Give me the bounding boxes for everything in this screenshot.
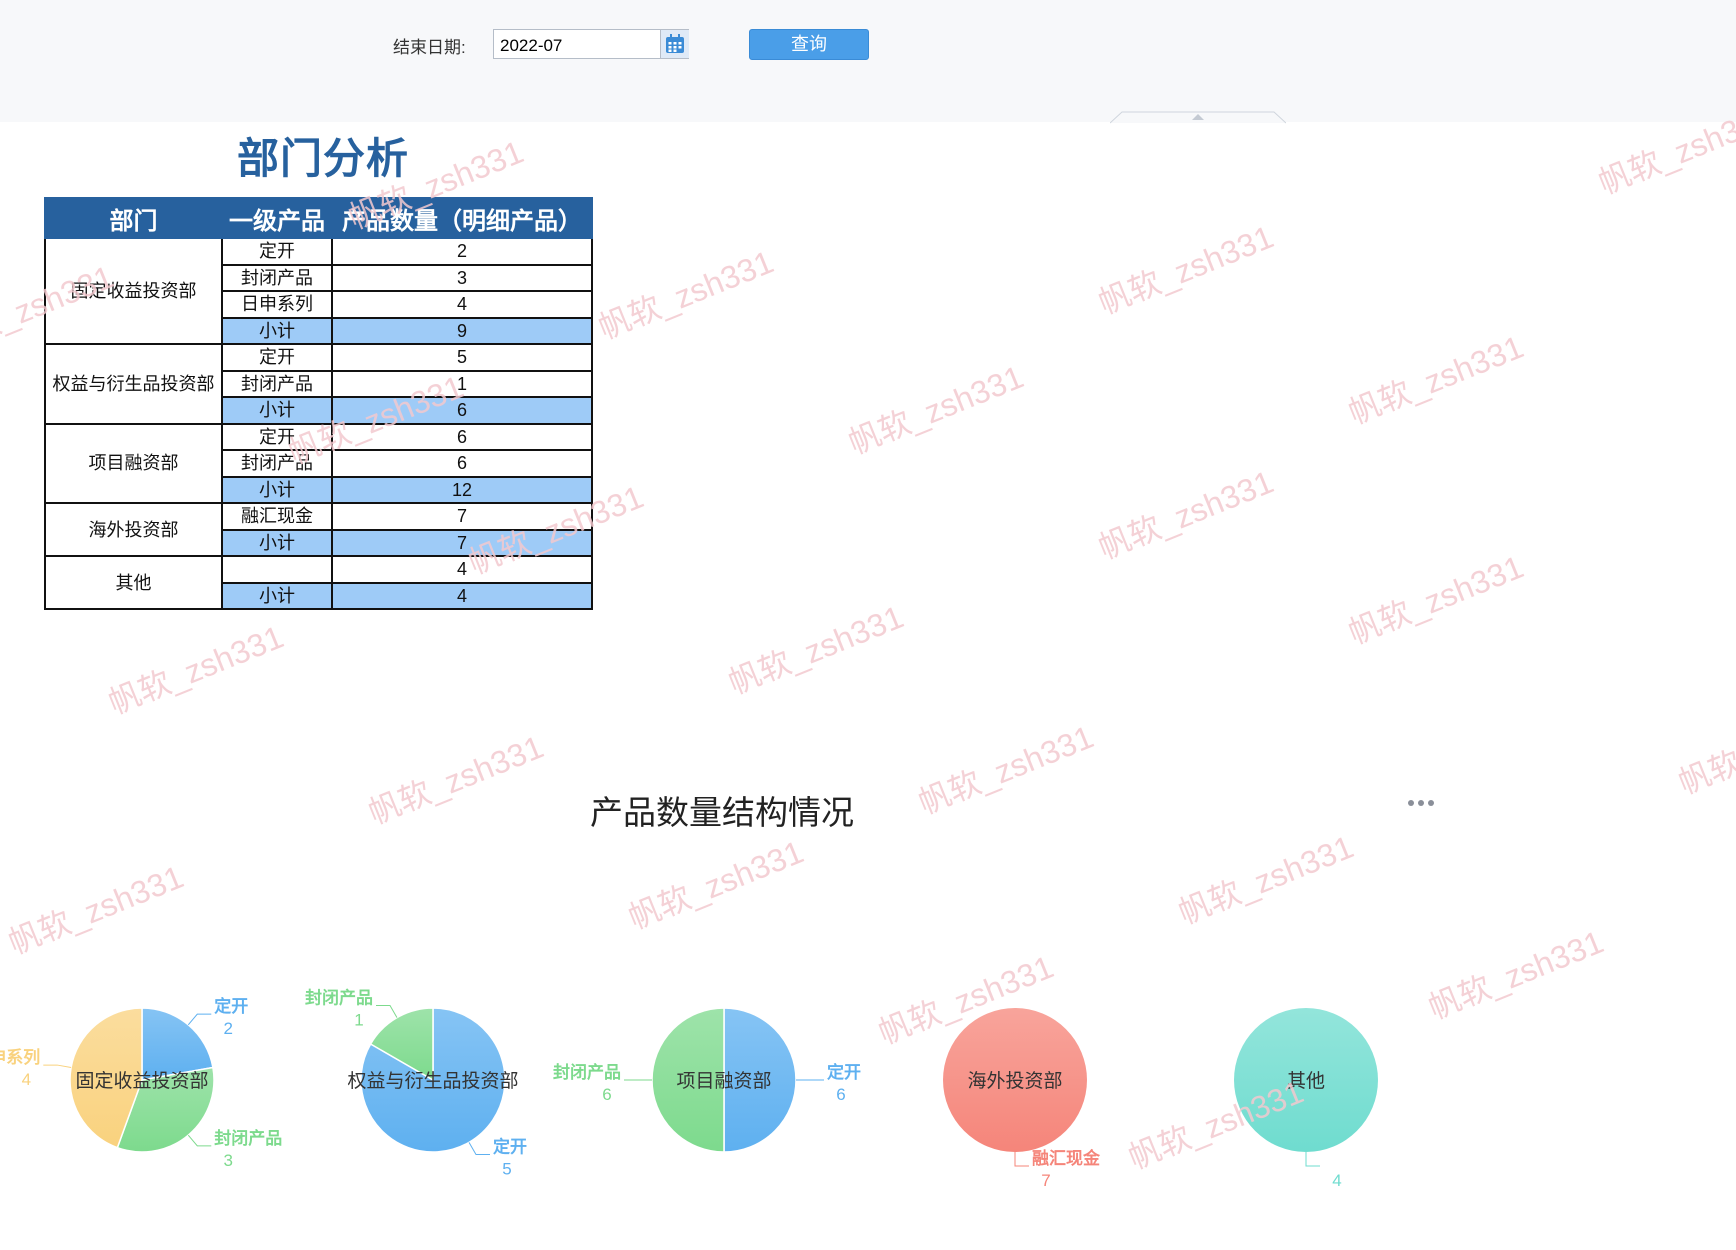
calendar-icon[interactable]	[660, 30, 689, 58]
dept-name-cell: 海外投资部	[44, 502, 223, 557]
end-date-label: 结束日期:	[393, 38, 466, 57]
slice-label: 日申系列	[0, 1047, 40, 1067]
product-cell: 小计	[221, 475, 333, 504]
header-count: 产品数量（明细产品）	[331, 197, 593, 239]
count-cell: 1	[331, 369, 593, 398]
label-leader-line	[43, 1064, 72, 1068]
product-cell: 小计	[221, 396, 333, 425]
watermark-text: 帆软_zsh331	[3, 858, 188, 961]
collapse-toolbar-tab[interactable]	[1110, 110, 1286, 124]
dept-name-cell: 权益与衍生品投资部	[44, 343, 223, 425]
report-title: 部门分析	[237, 135, 410, 182]
dept-name-cell: 项目融资部	[44, 422, 223, 504]
count-cell: 4	[331, 290, 593, 319]
count-cell: 6	[331, 449, 593, 478]
table-row: 固定收益投资部 定开 2	[44, 237, 593, 345]
slice-value: 4	[1332, 1171, 1341, 1190]
watermark-text: 帆软_zsh331	[623, 833, 808, 936]
slice-value: 6	[602, 1085, 611, 1104]
slice-label: 封闭产品	[214, 1128, 282, 1148]
slice-label: 定开	[214, 996, 248, 1016]
pie-chart: 融汇现金 7 海外投资部	[943, 1008, 1101, 1190]
more-dots-icon[interactable]	[1407, 797, 1435, 809]
table-row: 权益与衍生品投资部 定开 5	[44, 343, 593, 425]
count-cell: 7	[331, 502, 593, 531]
table-row: 项目融资部 定开 6	[44, 422, 593, 504]
pie-chart: 定开 5 封闭产品 1 权益与衍生品投资部	[305, 988, 527, 1179]
slice-label: 定开	[827, 1062, 861, 1082]
count-cell: 6	[331, 422, 593, 451]
slice-value: 5	[502, 1159, 511, 1178]
header-product: 一级产品	[221, 197, 333, 239]
query-button[interactable]: 查询	[749, 29, 869, 60]
label-leader-line	[187, 1013, 212, 1026]
label-leader-line	[376, 1005, 398, 1018]
pie-center-label: 项目融资部	[676, 1070, 771, 1092]
table-row: 海外投资部 融汇现金 7	[44, 502, 593, 557]
dept-name-cell: 其他	[44, 555, 223, 610]
count-cell: 6	[331, 396, 593, 425]
pie-charts: 定开2封闭产品3日申系列4固定收益投资部定开5封闭产品1权益与衍生品投资部定开6…	[0, 988, 1378, 1190]
watermark-text: 帆软_zsh331	[1093, 218, 1278, 321]
product-cell: 定开	[221, 237, 333, 266]
slice-label: 融汇现金	[1032, 1148, 1101, 1168]
count-cell: 5	[331, 343, 593, 372]
slice-label: 封闭产品	[305, 988, 373, 1008]
watermark-text: 帆软_zsh331	[1343, 548, 1528, 651]
chart-title: 产品数量结构情况	[590, 794, 854, 831]
watermark-text: 帆软_zsh331	[723, 598, 908, 701]
product-cell: 封闭产品	[221, 263, 333, 292]
product-cell: 定开	[221, 343, 333, 372]
product-cell: 日申系列	[221, 290, 333, 319]
pie-chart: 4 其他	[1234, 1008, 1378, 1190]
department-table: 部门 一级产品 产品数量（明细产品） 固定收益投资部 定开 2 封闭产品 3 日申系列 4 小…	[44, 197, 593, 610]
query-toolbar: 结束日期: 查询	[0, 0, 1736, 122]
slice-value: 4	[22, 1070, 31, 1089]
table-header-row: 部门 一级产品 产品数量（明细产品）	[44, 197, 593, 239]
product-cell: 封闭产品	[221, 369, 333, 398]
count-cell: 4	[331, 555, 593, 584]
dept-name-cell: 固定收益投资部	[44, 237, 223, 345]
header-dept: 部门	[44, 197, 223, 239]
slice-label: 封闭产品	[553, 1062, 621, 1082]
pie-center-label: 其他	[1287, 1070, 1325, 1092]
product-cell: 小计	[221, 581, 333, 610]
count-cell: 7	[331, 528, 593, 557]
product-cell: 小计	[221, 316, 333, 345]
product-cell: 小计	[221, 528, 333, 557]
watermark-text: 帆软_zsh331	[1343, 328, 1528, 431]
slice-label: 定开	[493, 1136, 527, 1156]
product-cell	[221, 555, 333, 584]
watermark-text: 帆软_zsh331	[1173, 828, 1358, 931]
slice-value: 6	[836, 1085, 845, 1104]
count-cell: 9	[331, 316, 593, 345]
table-row: 其他 4	[44, 555, 593, 610]
product-cell: 融汇现金	[221, 502, 333, 531]
label-leader-line	[187, 1134, 212, 1147]
watermark-text: 帆软_zsh331	[1673, 698, 1736, 801]
watermark-text: 帆软_zsh331	[1093, 463, 1278, 566]
product-cell: 定开	[221, 422, 333, 451]
pie-center-label: 权益与衍生品投资部	[347, 1070, 518, 1092]
pie-center-label: 固定收益投资部	[75, 1070, 208, 1092]
watermark-text: 帆软_zsh331	[593, 243, 778, 346]
pie-center-label: 海外投资部	[967, 1070, 1062, 1092]
count-cell: 3	[331, 263, 593, 292]
slice-value: 3	[224, 1151, 233, 1170]
count-cell: 2	[331, 237, 593, 266]
watermark-text: 帆软_zsh331	[843, 358, 1028, 461]
slice-value: 2	[224, 1019, 233, 1038]
slice-value: 7	[1041, 1171, 1050, 1190]
label-leader-line	[1305, 1152, 1320, 1167]
label-leader-line	[468, 1142, 490, 1155]
watermark-text: 帆软_zsh331	[103, 618, 288, 721]
pie-chart: 定开 2 封闭产品 3 日申系列 4 固定收益投资部	[0, 996, 282, 1170]
count-cell: 4	[331, 581, 593, 610]
slice-value: 1	[354, 1011, 363, 1030]
count-cell: 12	[331, 475, 593, 504]
pie-chart: 定开 6 封闭产品 6 项目融资部	[553, 1007, 861, 1153]
label-leader-line	[1014, 1152, 1029, 1167]
product-cell: 封闭产品	[221, 449, 333, 478]
